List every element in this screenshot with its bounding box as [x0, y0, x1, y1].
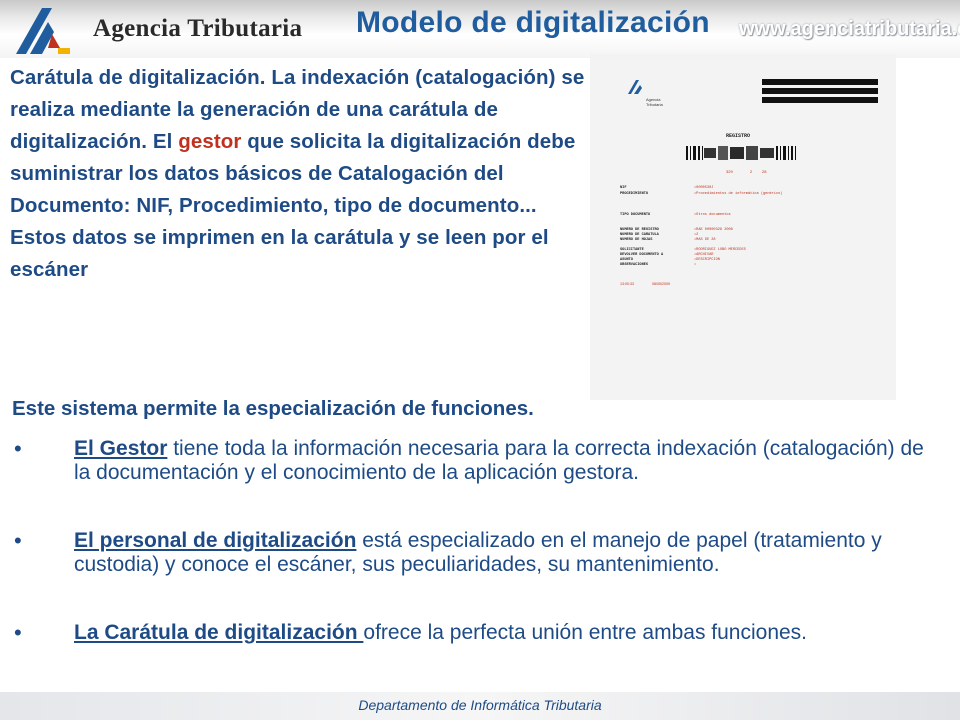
field-value: •RODRIGUEZ LOBO MERCEDES: [694, 248, 746, 252]
sheet-num-1: 329: [726, 169, 733, 174]
field-label: NUMERO DE REGISTRO: [620, 228, 660, 232]
field-label: ASUNTO: [620, 258, 634, 262]
site-url: www.agenciatributaria.es: [739, 18, 960, 40]
field-value: •RAE 00000329 2008: [694, 228, 733, 232]
bullet-item-gestor: El Gestor tiene toda la información nece…: [74, 437, 944, 485]
sheet-heading: REGISTRO: [726, 133, 750, 139]
bullet-marker: •: [14, 620, 22, 645]
sheet-background: [590, 54, 896, 400]
bullet-item-personal: El personal de digitalización está espec…: [74, 529, 944, 577]
field-label: PROCEDIMIENTO: [620, 192, 649, 196]
bullet-marker: •: [14, 528, 22, 553]
redaction-bar: [762, 79, 878, 85]
slide-title: Modelo de digitalización: [356, 6, 710, 39]
field-label: NUMERO DE CARATULA: [620, 233, 660, 237]
field-value: •Procedimientos de informática (genérico…: [694, 191, 782, 196]
bullet-body: tiene toda la información necesaria para…: [74, 437, 924, 484]
redaction-bar: [762, 88, 878, 94]
intro-accent-gestor: gestor: [178, 130, 242, 153]
bullet-item-caratula: La Carátula de digitalización ofrece la …: [74, 621, 944, 645]
field-value: •2: [694, 233, 698, 237]
agency-logo-icon: [16, 8, 70, 54]
field-value: •MAS DE 28: [694, 238, 716, 242]
bullet-highlight: El personal de digitalización: [74, 529, 357, 552]
bullet-body: ofrece la perfecta unión entre ambas fun…: [363, 621, 808, 644]
field-value: •DESCRIPCION: [694, 258, 720, 262]
field-label: TIPO DOCUMENTO: [620, 213, 651, 217]
sheet-time: 13:00:33: [620, 282, 634, 286]
cover-sheet-image: Agencia Tributaria REGISTRO 329 2 28 NIF…: [590, 54, 896, 400]
bullet-marker: •: [14, 436, 22, 461]
agency-name: Agencia Tributaria: [93, 15, 303, 42]
field-label: DEVOLVER DOCUMENTO A: [620, 253, 664, 257]
bullet-highlight: La Carátula de digitalización: [74, 621, 364, 644]
sheet-num-3: 28: [762, 169, 767, 174]
sheet-date: 08/05/2009: [652, 282, 670, 286]
field-value: •ARCHIVAR: [694, 253, 714, 257]
intro-lead: Carátula de digitalización.: [10, 66, 266, 89]
field-label: NUMERO DE HOJAS: [620, 238, 653, 242]
sheet-logo-text-2: Tributaria: [646, 102, 664, 107]
field-label: SOLICITANTE: [620, 248, 645, 252]
footer-text: Departamento de Informática Tributaria: [358, 697, 602, 713]
field-value: •0000530J: [694, 186, 713, 190]
redaction-bar: [762, 97, 878, 103]
barcode-icon: [686, 146, 798, 160]
field-label: NIF: [620, 186, 626, 190]
bullet-highlight: El Gestor: [74, 437, 168, 460]
section-subheading: Este sistema permite la especialización …: [12, 397, 534, 420]
field-value: •Otros documentos: [694, 212, 731, 217]
field-label: OBSERVACIONES: [620, 263, 649, 267]
field-value: •: [694, 263, 696, 267]
intro-paragraph: Carátula de digitalización. La indexació…: [10, 62, 590, 286]
cover-sheet-drawing: Agencia Tributaria REGISTRO 329 2 28 NIF…: [590, 54, 896, 400]
